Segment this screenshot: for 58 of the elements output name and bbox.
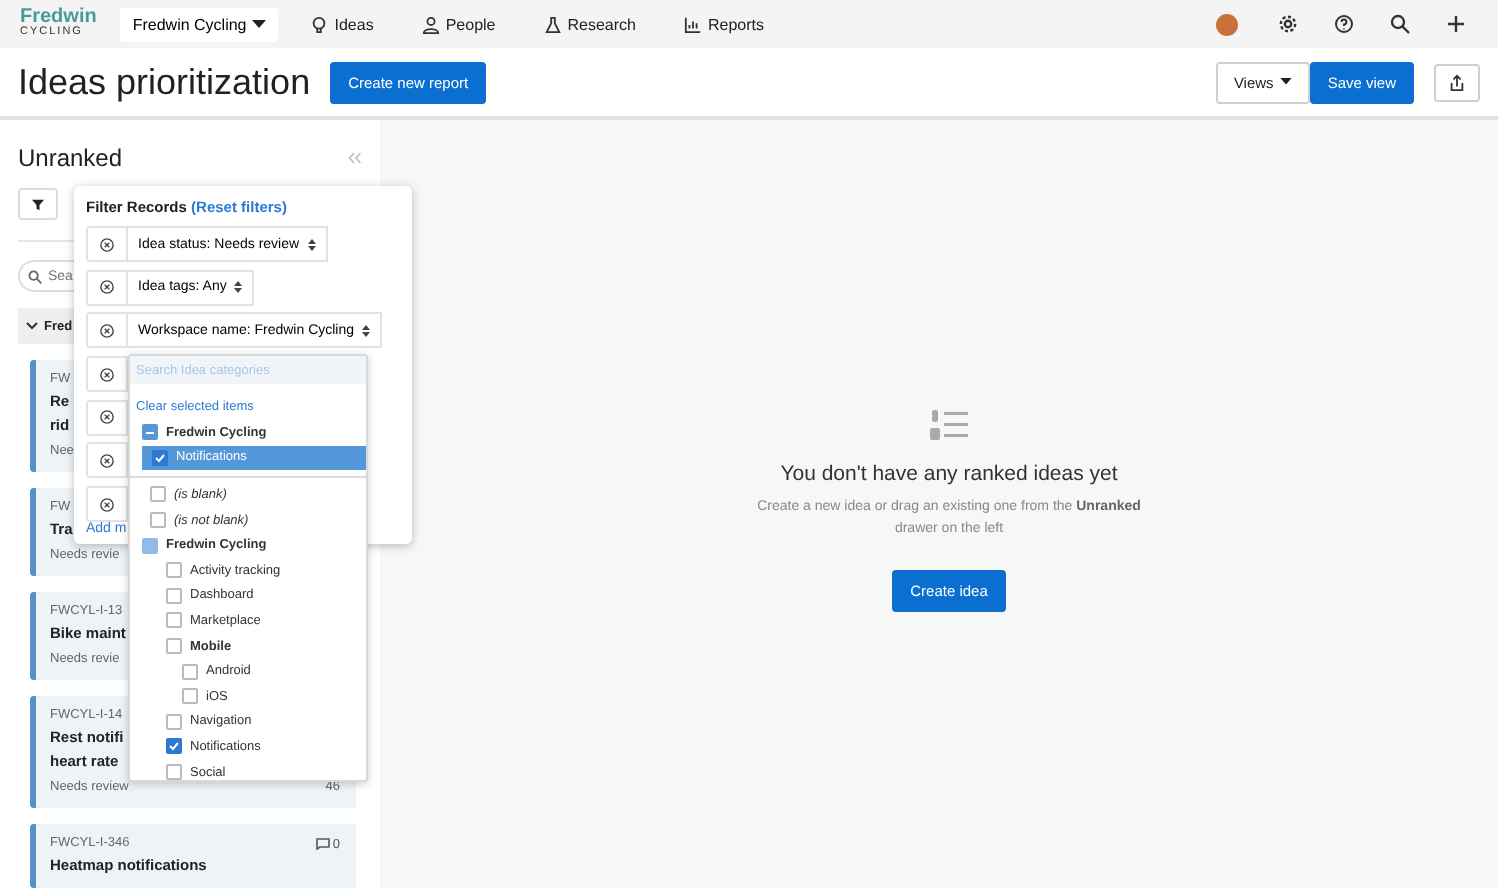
checkbox[interactable]: [152, 449, 168, 466]
sort-icon: [307, 237, 316, 251]
nav-link[interactable]: People: [421, 15, 496, 33]
remove-icon: [100, 280, 114, 295]
drawer-title: Unranked: [18, 144, 123, 172]
comment-icon: [316, 838, 331, 850]
checkbox[interactable]: [166, 764, 182, 781]
filter-icon: [32, 197, 44, 211]
caret-icon: [1279, 78, 1292, 86]
remove-filter-button[interactable]: [86, 399, 128, 436]
remove-icon: [100, 497, 114, 512]
remove-filter-button[interactable]: [86, 312, 128, 349]
search-icon: [28, 269, 42, 283]
remove-icon: [100, 367, 114, 382]
remove-filter-button[interactable]: [86, 226, 128, 262]
checkbox[interactable]: [150, 512, 166, 529]
nav-link[interactable]: Research: [543, 15, 636, 33]
nav-link[interactable]: Ideas: [310, 15, 374, 33]
checkbox[interactable]: [166, 638, 182, 655]
flask-icon: [543, 15, 562, 33]
remove-filter-button[interactable]: [86, 486, 128, 523]
settings-icon[interactable]: [1278, 14, 1298, 34]
avatar[interactable]: [1216, 13, 1238, 35]
remove-icon: [100, 323, 114, 338]
checkbox[interactable]: [166, 612, 182, 629]
logo-name: Fredwin: [20, 8, 97, 29]
checkbox[interactable]: [166, 713, 182, 730]
checkbox[interactable]: [166, 587, 182, 604]
remove-filter-button[interactable]: [86, 442, 128, 479]
help-icon[interactable]: [1334, 14, 1354, 34]
page-title: Ideas prioritization: [18, 61, 311, 103]
group-checkbox[interactable]: [142, 424, 158, 441]
sort-icon: [234, 280, 243, 295]
checkbox[interactable]: [166, 738, 182, 755]
nav-link[interactable]: Reports: [684, 15, 765, 33]
ranked-list-icon: [929, 408, 969, 442]
empty-state-title: You don't have any ranked ideas yet: [780, 462, 1118, 486]
group-checkbox[interactable]: [142, 537, 158, 554]
remove-icon: [100, 410, 114, 425]
bar-chart-icon: [684, 15, 702, 33]
share-button[interactable]: [1434, 63, 1480, 101]
lightbulb-icon: [310, 15, 329, 33]
checkbox[interactable]: [166, 562, 182, 579]
search-icon[interactable]: [1390, 14, 1410, 34]
remove-filter-button[interactable]: [86, 269, 128, 306]
remove-icon: [100, 453, 114, 468]
person-icon: [421, 15, 440, 33]
caret-icon: [252, 19, 267, 29]
share-icon: [1448, 73, 1466, 91]
checkbox[interactable]: [182, 663, 198, 680]
checkbox[interactable]: [150, 486, 166, 503]
checkbox[interactable]: [182, 688, 198, 705]
chevron-icon: [26, 322, 38, 330]
remove-filter-button[interactable]: [86, 356, 128, 393]
workspace-dropdown[interactable]: Fredwin Cycling: [120, 7, 279, 41]
filter-button[interactable]: [18, 188, 58, 220]
remove-icon: [100, 237, 114, 251]
add-icon[interactable]: [1446, 14, 1466, 34]
